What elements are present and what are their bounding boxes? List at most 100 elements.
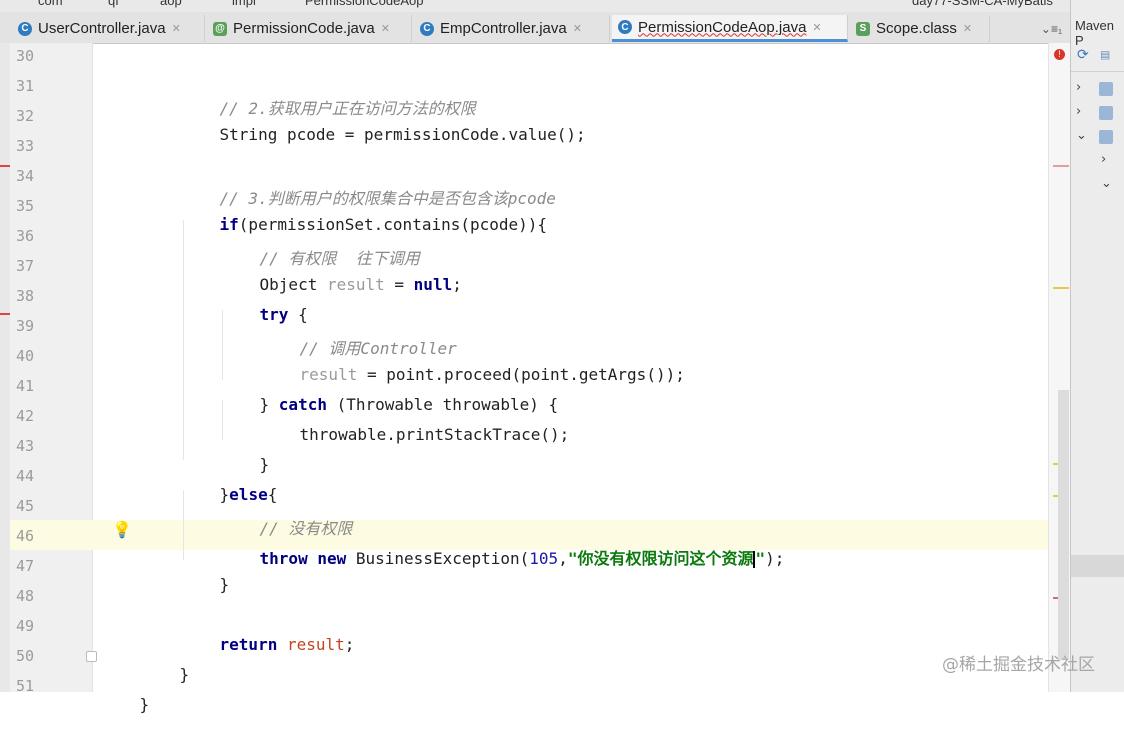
add-project-icon[interactable]: ▤ — [1101, 47, 1109, 63]
breadcrumb-item[interactable]: com — [38, 0, 63, 8]
line-number: 36 — [16, 227, 35, 245]
breadcrumb-item[interactable]: qf — [108, 0, 119, 8]
tab-label: Scope.class — [876, 20, 957, 37]
code-number: 105 — [529, 549, 559, 568]
line-number: 33 — [16, 137, 35, 155]
code-variable: result — [326, 275, 385, 294]
line-number: 43 — [16, 437, 35, 455]
close-icon[interactable]: ✕ — [963, 22, 972, 35]
code-line-47: } — [181, 556, 230, 613]
tab-label: EmpController.java — [440, 20, 567, 37]
line-number: 38 — [16, 287, 35, 305]
panel-divider[interactable] — [1071, 555, 1124, 577]
code-text: } — [219, 575, 230, 594]
change-marker — [0, 313, 10, 315]
indent-guide — [183, 220, 184, 460]
stripe-marker[interactable] — [1053, 287, 1069, 289]
code-text: throwable.printStackTrace(); — [299, 425, 570, 444]
code-line-46: throw new BusinessException(105,"你没有权限访问… — [221, 526, 784, 588]
maven-toolbar: ⟳ ▤ — [1071, 43, 1124, 72]
line-number: 41 — [16, 377, 35, 395]
close-icon[interactable]: ✕ — [381, 22, 390, 35]
code-type: String — [219, 125, 287, 144]
code-line-32: String pcode = permissionCode.value(); — [181, 106, 586, 163]
change-marker — [0, 165, 10, 167]
editor-tab-bar: C UserController.java ✕ @ PermissionCode… — [0, 12, 1070, 44]
chevron-down-icon[interactable]: ⌄ — [1101, 176, 1112, 191]
chevron-down-icon[interactable]: ⌄ — [1076, 128, 1087, 143]
code-keyword: null — [413, 275, 453, 294]
tab-list-control[interactable]: ⌄≡₁ — [1041, 22, 1062, 36]
code-text: } — [179, 665, 190, 684]
annotation-icon: @ — [213, 21, 227, 36]
code-text: , — [558, 549, 568, 568]
line-number: 30 — [16, 47, 35, 65]
line-number: 45 — [16, 497, 35, 515]
maven-project-icon — [1099, 130, 1113, 144]
vertical-scrollbar-thumb[interactable] — [1058, 390, 1069, 660]
line-number: 49 — [16, 617, 35, 635]
code-text: ; — [452, 275, 462, 294]
line-number: 48 — [16, 587, 35, 605]
java-class-icon: C — [420, 21, 434, 36]
code-line-42: throwable.printStackTrace(); — [261, 406, 570, 463]
java-class-icon: C — [618, 20, 632, 34]
code-keyword: new — [317, 549, 347, 568]
tab-label: UserController.java — [38, 20, 166, 37]
close-icon[interactable]: ✕ — [573, 22, 582, 35]
line-number: 35 — [16, 197, 35, 215]
line-number: 40 — [16, 347, 35, 365]
tab-usercontroller[interactable]: C UserController.java ✕ — [12, 15, 205, 42]
close-icon[interactable]: ✕ — [172, 22, 181, 35]
chevron-right-icon[interactable]: › — [1076, 104, 1081, 119]
chevron-right-icon[interactable]: › — [1101, 152, 1106, 167]
line-number: 44 — [16, 467, 35, 485]
watermark-text: @稀土掘金技术社区 — [942, 655, 1095, 675]
close-icon[interactable]: ✕ — [812, 21, 821, 34]
maven-project-icon — [1099, 106, 1113, 120]
line-number: 47 — [16, 557, 35, 575]
tab-permissioncodeaop[interactable]: C PermissionCodeAop.java ✕ — [612, 15, 848, 42]
line-number: 42 — [16, 407, 35, 425]
code-line-49: return result; — [181, 616, 355, 673]
code-variable: pcode — [286, 125, 336, 144]
code-text: } — [139, 695, 150, 714]
fold-marker[interactable] — [86, 651, 97, 662]
code-text: ); — [765, 549, 785, 568]
code-line-51: } — [101, 676, 150, 733]
code-keyword: return — [219, 635, 278, 654]
code-keyword: throw — [259, 549, 308, 568]
code-text: = — [384, 275, 414, 294]
breadcrumb-item[interactable]: aop — [160, 0, 182, 8]
tab-empcontroller[interactable]: C EmpController.java ✕ — [414, 15, 610, 42]
line-number: 31 — [16, 77, 35, 95]
maven-tool-window: Maven P ⟳ ▤ › › ⌄ › ⌄ — [1070, 0, 1124, 692]
breadcrumb-item[interactable]: impl — [232, 0, 256, 8]
tab-label: PermissionCodeAop.java — [638, 18, 807, 36]
code-text: ; — [344, 635, 355, 654]
code-text: = permissionCode.value(); — [335, 125, 586, 144]
breadcrumb-item[interactable]: PermissionCodeAop — [305, 0, 424, 8]
maven-project-icon — [1099, 82, 1113, 96]
line-number: 34 — [16, 167, 35, 185]
code-string: " — [755, 549, 766, 568]
tab-label: PermissionCode.java — [233, 20, 375, 37]
class-file-icon: S — [856, 21, 870, 36]
line-number: 50 — [16, 647, 35, 665]
breadcrumb-item[interactable]: day77-SSM-CA-MyBatis — [912, 0, 1053, 8]
tab-scope-class[interactable]: S Scope.class ✕ — [850, 15, 990, 42]
lightbulb-icon[interactable]: 💡 — [112, 520, 132, 539]
error-indicator-icon[interactable]: ! — [1054, 49, 1065, 60]
line-number: 51 — [16, 677, 35, 695]
line-number: 32 — [16, 107, 35, 125]
java-class-icon: C — [18, 21, 32, 36]
tab-permissioncode[interactable]: @ PermissionCode.java ✕ — [207, 15, 412, 42]
code-string: "你没有权限访问这个资源 — [567, 549, 754, 568]
stripe-marker[interactable] — [1053, 165, 1069, 167]
refresh-icon[interactable]: ⟳ — [1077, 47, 1089, 63]
line-number: 39 — [16, 317, 35, 335]
line-number: 46 — [16, 527, 35, 545]
chevron-right-icon[interactable]: › — [1076, 80, 1081, 95]
code-variable: result — [286, 635, 345, 654]
code-text: BusinessException( — [346, 549, 530, 568]
